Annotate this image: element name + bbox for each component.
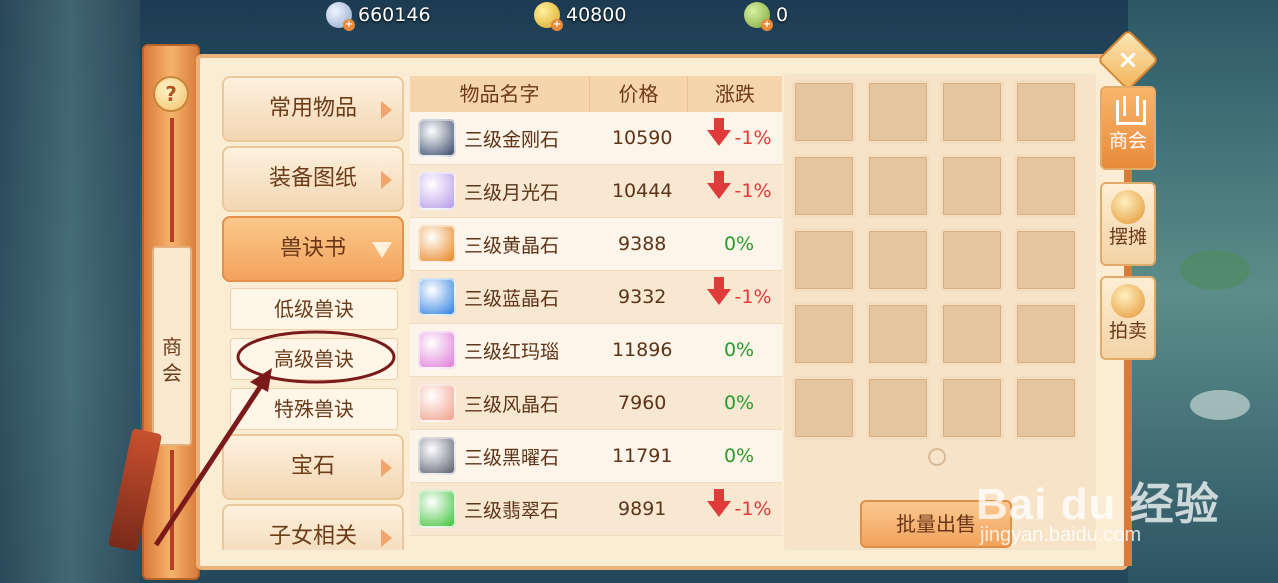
watermark-logo: Bai du 经验 <box>976 480 1220 529</box>
baidu-watermark: Bai du 经验 jingyan.baidu.com <box>976 468 1236 548</box>
highlight-ellipse <box>236 330 396 384</box>
pointer-arrow-line <box>153 382 265 547</box>
watermark-url: jingyan.baidu.com <box>980 524 1142 546</box>
